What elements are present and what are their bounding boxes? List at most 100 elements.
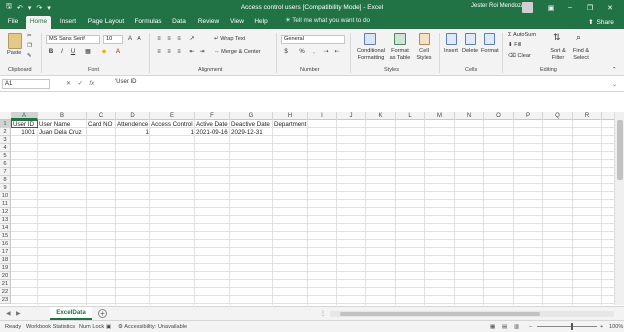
cell-a1[interactable]: User ID (11, 120, 38, 128)
decrease-font-icon[interactable]: A (135, 35, 143, 43)
tab-insert[interactable]: Insert (56, 16, 80, 29)
orientation-icon[interactable]: ↗ (188, 35, 196, 43)
row-header-12[interactable]: 12 (0, 208, 11, 216)
find-select-label[interactable]: Find & Select (570, 48, 592, 62)
zoom-level[interactable]: 100% (609, 324, 623, 330)
cell-e1[interactable]: Access Control (150, 121, 195, 129)
avatar[interactable] (522, 2, 533, 13)
horizontal-scrollbar[interactable] (330, 311, 614, 317)
format-as-table-icon[interactable] (394, 33, 406, 45)
increase-font-icon[interactable]: A (126, 35, 134, 43)
expand-formula-bar-icon[interactable]: ⌄ (612, 81, 617, 88)
column-header-i[interactable]: I (308, 112, 337, 120)
tell-me-search[interactable]: ☀ Tell me what you want to do (285, 17, 370, 24)
cell-b1[interactable]: User Name (38, 121, 87, 129)
row-header-2[interactable]: 2 (0, 128, 11, 136)
row-header-6[interactable]: 6 (0, 160, 11, 168)
row-header-3[interactable]: 3 (0, 136, 11, 144)
conditional-formatting-icon[interactable] (364, 33, 376, 45)
borders-icon[interactable]: ▦ (84, 48, 92, 56)
share-button[interactable]: ⬆ Share (583, 16, 619, 28)
row-header-14[interactable]: 14 (0, 224, 11, 232)
row-header-8[interactable]: 8 (0, 176, 11, 184)
minimize-icon[interactable]: – (562, 2, 578, 13)
cell-h1[interactable]: Department (273, 121, 308, 129)
number-format-select[interactable]: General (281, 35, 345, 44)
row-header-9[interactable]: 9 (0, 184, 11, 192)
zoom-in-icon[interactable]: + (600, 324, 603, 330)
row-header-22[interactable]: 22 (0, 288, 11, 296)
align-bottom-icon[interactable]: ≡ (175, 35, 183, 43)
row-header-18[interactable]: 18 (0, 256, 11, 264)
workbook-statistics[interactable]: Workbook Statistics (26, 324, 75, 330)
decrease-indent-icon[interactable]: ⇤ (188, 48, 196, 56)
delete-cells-label[interactable]: Delete (462, 48, 478, 54)
page-layout-view-icon[interactable]: ▤ (502, 324, 507, 330)
delete-cells-icon[interactable] (465, 33, 476, 45)
add-sheet-icon[interactable]: + (98, 309, 107, 318)
prev-sheet-icon[interactable]: ◀ (6, 310, 11, 317)
clear-button[interactable]: ⌫ Clear (508, 53, 531, 59)
align-left-icon[interactable]: ≡ (155, 48, 163, 56)
align-right-icon[interactable]: ≡ (175, 48, 183, 56)
normal-view-icon[interactable]: ▦ (490, 324, 495, 330)
row-header-16[interactable]: 16 (0, 240, 11, 248)
column-header-q[interactable]: Q (543, 112, 573, 120)
currency-icon[interactable]: $ (282, 48, 290, 56)
column-header-h[interactable]: H (273, 112, 308, 120)
cancel-icon[interactable]: ✕ (66, 81, 71, 87)
comma-icon[interactable]: , (310, 48, 318, 56)
column-header-l[interactable]: L (396, 112, 425, 120)
paste-label[interactable]: Paste (7, 50, 21, 56)
column-header-c[interactable]: C (87, 112, 116, 120)
row-header-21[interactable]: 21 (0, 280, 11, 288)
cell-f2[interactable]: 2021-09-16 (195, 129, 230, 137)
cell-f1[interactable]: Active Date (195, 121, 230, 129)
bold-icon[interactable]: B (47, 48, 55, 56)
name-box[interactable]: A1 (2, 79, 50, 89)
conditional-formatting-label[interactable]: Conditional Formatting (354, 48, 388, 62)
autosum-button[interactable]: Σ AutoSum (508, 32, 536, 38)
column-header-p[interactable]: P (514, 112, 543, 120)
macro-record-icon[interactable]: ▣ (106, 324, 111, 330)
merge-center-button[interactable]: ⇔ Merge & Center (214, 49, 261, 55)
fx-icon[interactable]: fx (89, 81, 94, 87)
row-header-10[interactable]: 10 (0, 192, 11, 200)
copy-icon[interactable]: ❐ (27, 43, 32, 49)
zoom-slider[interactable] (537, 326, 597, 327)
font-color-icon[interactable]: A (114, 48, 122, 56)
column-header-f[interactable]: F (195, 112, 230, 120)
close-icon[interactable]: ✕ (602, 2, 618, 13)
increase-indent-icon[interactable]: ⇥ (198, 48, 206, 56)
row-header-5[interactable]: 5 (0, 152, 11, 160)
enter-icon[interactable]: ✓ (78, 81, 83, 87)
tab-view[interactable]: View (228, 16, 246, 29)
column-header-r[interactable]: R (573, 112, 602, 120)
tab-help[interactable]: Help (253, 16, 269, 29)
row-header-7[interactable]: 7 (0, 168, 11, 176)
next-sheet-icon[interactable]: ▶ (16, 310, 21, 317)
decrease-decimal-icon[interactable]: ⇠ (333, 48, 341, 56)
collapse-ribbon-icon[interactable]: ⌃ (612, 67, 617, 73)
accessibility-status[interactable]: ⚙ Accessibility: Unavailable (118, 324, 187, 330)
page-break-view-icon[interactable]: ▥ (514, 324, 519, 330)
column-header-e[interactable]: E (150, 112, 195, 120)
sort-filter-icon[interactable]: ⇅ (553, 32, 561, 43)
formula-input[interactable]: 'User ID (115, 79, 136, 85)
user-name[interactable]: Jester Roi Mendoza (471, 3, 524, 9)
tab-home[interactable]: Home (26, 16, 51, 29)
column-header-d[interactable]: D (116, 112, 150, 120)
cell-e2[interactable]: 1 (150, 129, 195, 137)
format-painter-icon[interactable]: ✎ (27, 53, 32, 59)
align-center-icon[interactable]: ≡ (165, 48, 173, 56)
font-name-select[interactable]: MS Sans Serif (46, 35, 100, 44)
underline-icon[interactable]: U (69, 48, 77, 56)
row-header-15[interactable]: 15 (0, 232, 11, 240)
wrap-text-button[interactable]: ↵ Wrap Text (214, 36, 245, 42)
column-header-j[interactable]: J (337, 112, 366, 120)
cut-icon[interactable]: ✂ (27, 33, 32, 39)
vertical-scrollbar[interactable] (614, 112, 624, 305)
row-header-23[interactable]: 23 (0, 296, 11, 304)
row-header-1[interactable]: 1 (0, 120, 11, 128)
row-header-4[interactable]: 4 (0, 144, 11, 152)
